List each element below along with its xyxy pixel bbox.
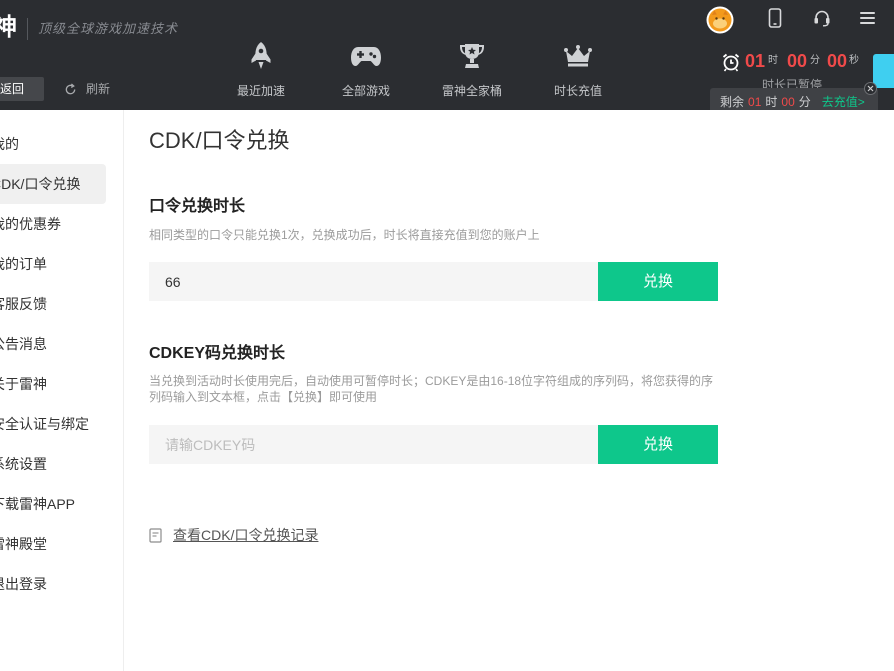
- sidebar-item-label: 安全认证与绑定: [0, 416, 89, 432]
- sidebar-item-announcements[interactable]: 公告消息: [0, 324, 106, 364]
- tooltip-prefix: 剩余: [720, 95, 745, 109]
- tagline: 顶级全球游戏加速技术: [38, 21, 179, 36]
- cdkey-section-description-line: 列码输入到文本框，点击【兑换】即可使用: [149, 390, 378, 404]
- nav-label: 最近加速: [236, 84, 285, 98]
- sidebar-item-profile[interactable]: 我的: [0, 124, 106, 164]
- sidebar-item-label: 系统设置: [0, 456, 47, 472]
- side-action-button[interactable]: [873, 54, 894, 88]
- sidebar-item-label: 我的订单: [0, 256, 47, 272]
- tooltip-minutes: 00: [781, 95, 795, 109]
- close-icon[interactable]: [864, 82, 877, 95]
- menu-icon[interactable]: [860, 12, 875, 24]
- refresh-icon: [64, 82, 77, 96]
- sidebar-item-about[interactable]: 关于雷神: [0, 364, 106, 404]
- gamepad-icon: [350, 40, 382, 72]
- cdkey-input[interactable]: [149, 425, 598, 464]
- sidebar: 我的 CDK/口令兑换 我的优惠券 我的订单 客服反馈 公告消息 关于雷神 安全…: [0, 110, 124, 671]
- nav-label: 时长充值: [553, 84, 602, 98]
- timer-seconds: 00: [827, 51, 848, 71]
- document-icon: [149, 527, 162, 543]
- logo-divider: [27, 18, 28, 40]
- sidebar-item-settings[interactable]: 系统设置: [0, 444, 106, 484]
- crown-icon: [562, 40, 594, 72]
- headset-icon[interactable]: [813, 9, 831, 27]
- tooltip-minutes-unit: 分: [798, 95, 811, 109]
- timer-hours: 01: [745, 51, 766, 71]
- tooltip-hours-unit: 时: [765, 95, 778, 109]
- sidebar-item-logout[interactable]: 退出登录: [0, 564, 106, 604]
- nav-label: 雷神全家桶: [441, 84, 502, 98]
- cdkey-section-heading: CDKEY码兑换时长: [149, 345, 286, 362]
- sidebar-item-label: CDK/口令兑换: [0, 176, 81, 192]
- recharge-link[interactable]: 去充值>: [822, 94, 865, 110]
- sidebar-item-orders[interactable]: 我的订单: [0, 244, 106, 284]
- nav-recent-boost[interactable]: 最近加速: [216, 38, 306, 104]
- timer-hours-unit: 时: [768, 55, 778, 66]
- code-section-description: 相同类型的口令只能兑换1次，兑换成功后，时长将直接充值到您的账户上: [149, 228, 540, 242]
- sidebar-item-label: 关于雷神: [0, 376, 47, 392]
- sidebar-item-security[interactable]: 安全认证与绑定: [0, 404, 106, 444]
- logo-text: 雷神: [0, 14, 17, 41]
- sidebar-item-cdk-redeem[interactable]: CDK/口令兑换: [0, 164, 106, 204]
- tooltip-hours: 01: [748, 95, 762, 109]
- code-section-heading: 口令兑换时长: [149, 198, 246, 215]
- nav-all-games[interactable]: 全部游戏: [321, 38, 411, 104]
- sidebar-item-label: 我的: [0, 136, 19, 152]
- sidebar-item-label: 公告消息: [0, 336, 47, 352]
- code-input[interactable]: [149, 262, 598, 301]
- trophy-icon: [456, 40, 488, 72]
- nav-recharge[interactable]: 时长充值: [533, 38, 623, 104]
- sidebar-item-hall[interactable]: 雷神殿堂: [0, 524, 106, 564]
- remaining-time-tooltip: 剩余 01 时 00 分 去充值>: [710, 88, 878, 110]
- refresh-label: 刷新: [86, 82, 111, 96]
- sidebar-item-coupons[interactable]: 我的优惠券: [0, 204, 106, 244]
- redeem-history-text: 查看CDK/口令兑换记录: [173, 527, 319, 543]
- timer-seconds-unit: 秒: [849, 55, 859, 66]
- nav-family-bundle[interactable]: 雷神全家桶: [427, 38, 517, 104]
- sidebar-item-label: 我的优惠券: [0, 216, 61, 232]
- sidebar-item-feedback[interactable]: 客服反馈: [0, 284, 106, 324]
- logo: 雷神: [0, 12, 20, 44]
- page-title: CDK/口令兑换: [149, 128, 290, 153]
- back-button[interactable]: 返回: [0, 77, 44, 101]
- sidebar-item-label: 退出登录: [0, 576, 47, 592]
- sidebar-item-label: 下载雷神APP: [0, 496, 76, 512]
- redeem-cdkey-button[interactable]: 兑换: [598, 425, 718, 464]
- sidebar-item-label: 客服反馈: [0, 296, 47, 312]
- rocket-icon: [245, 40, 277, 72]
- alarm-clock-icon: [721, 52, 741, 72]
- redeem-code-button[interactable]: 兑换: [598, 262, 718, 301]
- sidebar-item-download-app[interactable]: 下载雷神APP: [0, 484, 106, 524]
- sidebar-item-label: 雷神殿堂: [0, 536, 47, 552]
- avatar[interactable]: [706, 6, 734, 34]
- phone-icon[interactable]: [768, 8, 782, 28]
- redeem-history-link[interactable]: 查看CDK/口令兑换记录: [149, 526, 318, 544]
- nav-label: 全部游戏: [341, 84, 390, 98]
- timer-minutes-unit: 分: [810, 55, 820, 66]
- top-header: 雷神 顶级全球游戏加速技术: [0, 0, 894, 110]
- timer-minutes: 00: [787, 51, 808, 71]
- cdkey-section-description-line: 当兑换到活动时长使用完后，自动使用可暂停时长；CDKEY是由16-18位字符组成…: [149, 374, 714, 388]
- refresh-button[interactable]: 刷新: [64, 81, 110, 97]
